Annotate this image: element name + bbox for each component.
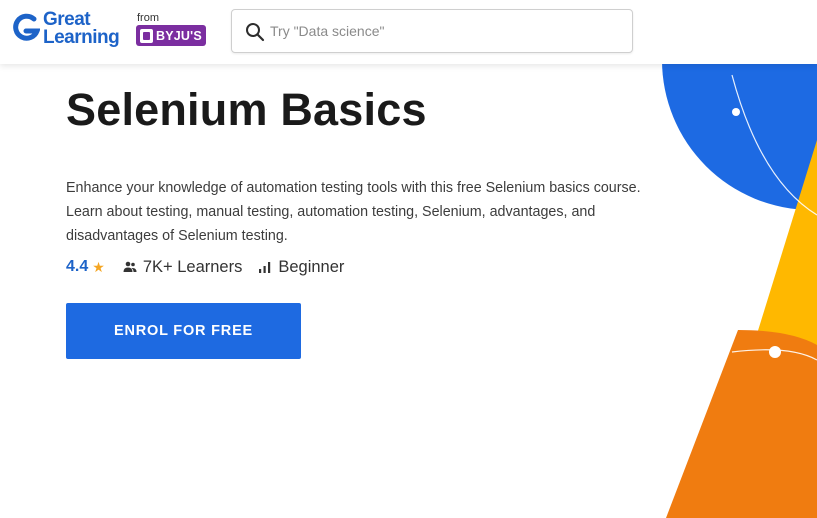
course-title: Selenium Basics xyxy=(66,84,427,135)
decor-orange-shape xyxy=(666,330,817,518)
star-icon: ★ xyxy=(92,258,105,275)
byjus-icon xyxy=(140,28,153,43)
level-bars-icon xyxy=(259,262,271,273)
course-meta: 4.4 ★ 7K+ Learners Beginner xyxy=(66,256,344,278)
from-label: from xyxy=(137,12,159,24)
byjus-label: BYJU'S xyxy=(156,28,202,43)
top-header: Great Learning from BYJU'S xyxy=(0,0,817,64)
course-description: Enhance your knowledge of automation tes… xyxy=(66,180,641,244)
learners-icon xyxy=(123,261,137,272)
search-input[interactable] xyxy=(270,10,620,52)
search-icon[interactable] xyxy=(245,22,265,42)
course-level: Beginner xyxy=(278,257,345,276)
logo-wordmark: Great Learning xyxy=(43,10,120,48)
page: Great Learning from BYJU'S Selenium Basi… xyxy=(0,0,817,518)
great-learning-g-icon xyxy=(13,13,40,41)
learners-count: 7K+ Learners xyxy=(142,257,243,276)
great-learning-logo[interactable]: Great Learning from BYJU'S xyxy=(12,10,212,50)
decor-yellow-shape xyxy=(700,140,817,518)
enrol-for-free-button[interactable]: ENROL FOR FREE xyxy=(66,303,301,359)
search-box[interactable] xyxy=(231,9,633,53)
logo-line2: Learning xyxy=(43,27,120,48)
byjus-badge: BYJU'S xyxy=(136,25,206,46)
course-rating: 4.4 xyxy=(66,258,89,275)
